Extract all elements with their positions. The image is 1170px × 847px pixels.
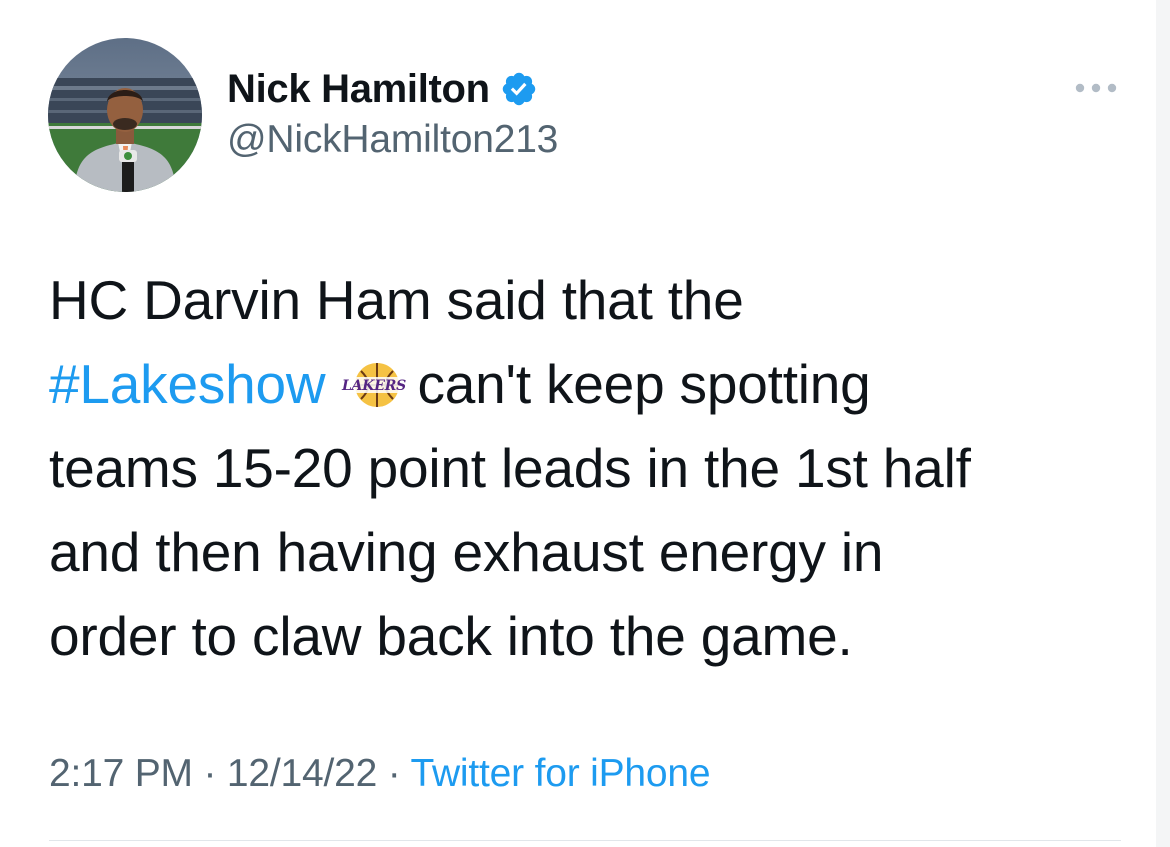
tweet-time[interactable]: 2:17 PM — [49, 752, 193, 795]
verified-badge-icon — [500, 70, 538, 108]
tweet-text-fragment: can't keep spotting — [417, 353, 871, 415]
svg-text:LAKERS: LAKERS — [341, 378, 406, 394]
divider — [49, 840, 1121, 841]
ellipsis-icon[interactable] — [1073, 78, 1119, 98]
author-handle[interactable]: @NickHamilton213 — [227, 118, 558, 162]
tweet-source-link[interactable]: Twitter for iPhone — [410, 752, 710, 795]
tweet-metadata: 2:17 PM · 12/14/22 · Twitter for iPhone — [49, 752, 711, 796]
tweet-line: order to claw back into the game. — [49, 605, 853, 667]
tweet-text: HC Darvin Ham said that the #Lakeshow LA… — [49, 258, 1139, 678]
tweet-card: Nick Hamilton @NickHamilton213 HC Darvin… — [0, 0, 1170, 847]
tweet-line: teams 15-20 point leads in the 1st half — [49, 437, 971, 499]
scroll-edge — [1156, 0, 1170, 847]
tweet-date[interactable]: 12/14/22 — [227, 752, 377, 795]
separator: · — [377, 752, 411, 795]
hashtag-link[interactable]: #Lakeshow — [49, 353, 326, 415]
tweet-line: and then having exhaust energy in — [49, 521, 884, 583]
tweet-line: #Lakeshow LAKERS can't keep spotting — [49, 342, 1139, 426]
lakers-logo-icon: LAKERS — [339, 350, 409, 407]
tweet-line: HC Darvin Ham said that the — [49, 269, 744, 331]
separator: · — [192, 752, 227, 795]
author-name-row[interactable]: Nick Hamilton — [227, 66, 538, 112]
avatar[interactable] — [48, 38, 202, 192]
display-name[interactable]: Nick Hamilton — [227, 67, 490, 112]
